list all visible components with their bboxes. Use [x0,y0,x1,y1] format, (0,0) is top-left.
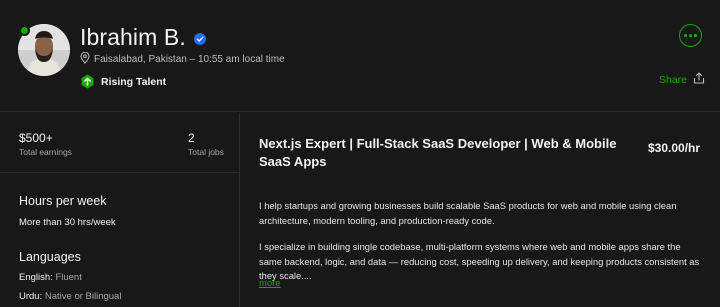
verified-icon [193,32,206,45]
description-paragraph: I help startups and growing businesses b… [259,200,677,226]
profile-name: Ibrahim B. [80,24,186,50]
description-paragraph: I specialize in building single codebase… [259,241,700,281]
languages-title: Languages [19,250,81,264]
total-earnings-value: $500+ [19,131,53,145]
avatar[interactable] [18,24,70,76]
language-level: Fluent [55,272,82,283]
location-text: Faisalabad, Pakistan – 10:55 am local ti… [94,54,285,65]
total-jobs-stat: 2 Total jobs [188,131,224,157]
profile-description: I help startups and growing businesses b… [259,199,704,284]
share-label: Share [659,73,688,86]
profile-header: Ibrahim B. Faisalabad, Pakistan – 10:55 … [0,0,720,112]
profile-main: Next.js Expert | Full-Stack SaaS Develop… [241,113,720,307]
total-earnings-label: Total earnings [19,147,72,157]
rising-talent-badge[interactable]: Rising Talent [80,74,166,89]
share-button[interactable]: Share [659,72,705,87]
name-row: Ibrahim B. [80,24,206,51]
total-jobs-label: Total jobs [188,147,224,157]
languages-section: Languages English: Fluent Urdu: Native o… [19,250,121,302]
share-icon [687,72,705,87]
sidebar: $500+ Total earnings 2 Total jobs Hours … [0,113,240,307]
location-pin-icon [80,51,94,67]
badge-label: Rising Talent [101,75,167,88]
stats-section: $500+ Total earnings 2 Total jobs [0,113,240,173]
online-status-icon [19,25,30,36]
language-item: English: Fluent [19,272,121,283]
language-item: Urdu: Native or Bilingual [19,291,121,302]
location-row: Faisalabad, Pakistan – 10:55 am local ti… [80,51,285,67]
language-name: English: [19,272,53,283]
language-level: Native or Bilingual [44,291,122,302]
hours-title: Hours per week [19,194,107,208]
hourly-rate: $30.00/hr [648,141,701,155]
profile-title: Next.js Expert | Full-Stack SaaS Develop… [259,136,617,169]
language-name: Urdu: [19,291,43,302]
more-link[interactable]: more [259,278,281,289]
more-options-icon[interactable] [679,24,702,47]
total-earnings-stat: $500+ Total earnings [19,131,72,157]
rising-talent-icon [80,74,95,89]
freelancer-profile: Ibrahim B. Faisalabad, Pakistan – 10:55 … [0,0,720,307]
hours-value: More than 30 hrs/week [19,217,116,228]
hours-section: Hours per week More than 30 hrs/week [19,194,116,228]
total-jobs-value: 2 [188,131,195,145]
